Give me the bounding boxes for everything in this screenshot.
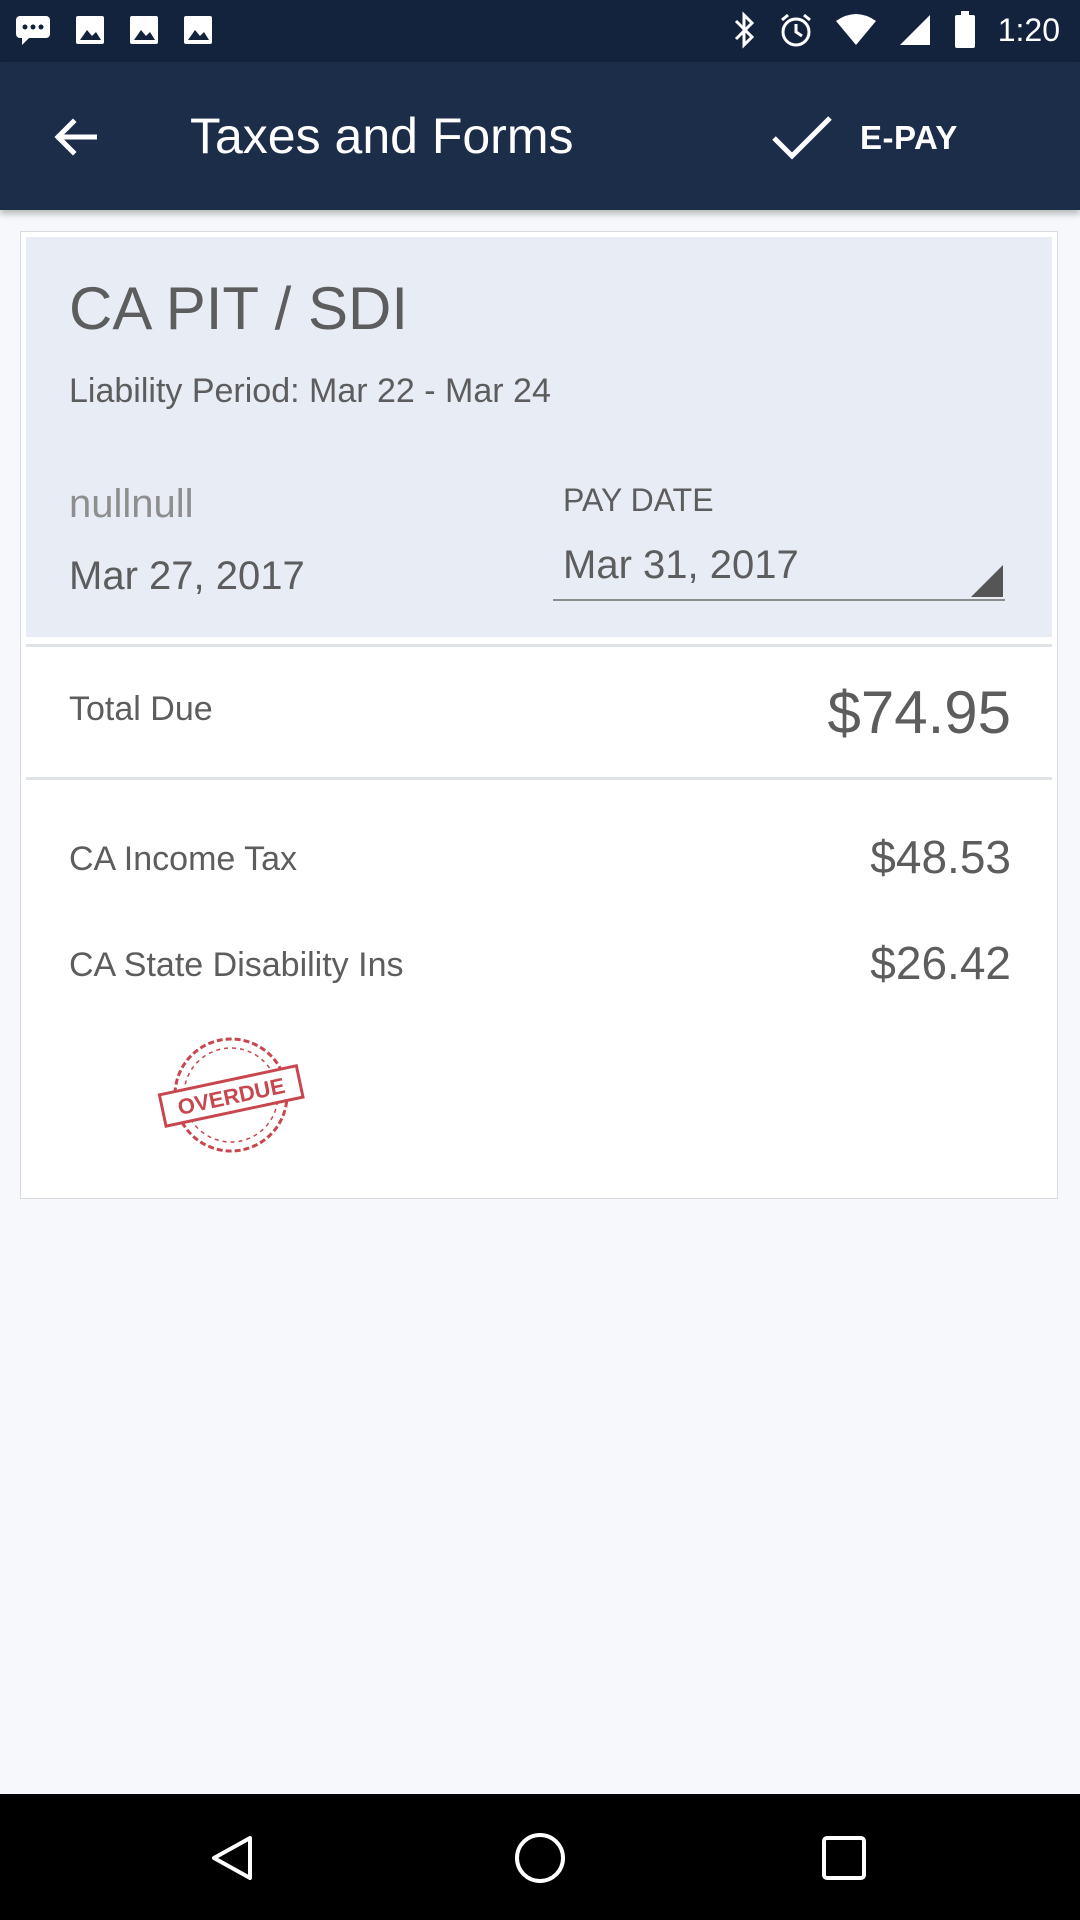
tax-form-header: CA PIT / SDI Liability Period: Mar 22 - …	[26, 237, 1052, 637]
battery-icon	[954, 11, 975, 48]
image-icon	[76, 16, 104, 44]
page-title: Taxes and Forms	[190, 108, 574, 164]
divider	[26, 777, 1052, 780]
message-icon	[16, 16, 50, 45]
recents-square-icon[interactable]	[820, 1834, 868, 1882]
total-due-label: Total Due	[69, 690, 213, 728]
alarm-icon	[780, 13, 811, 47]
income-tax-label: CA Income Tax	[69, 840, 298, 878]
pay-date-value: Mar 31, 2017	[563, 543, 799, 587]
total-due-amount: $74.95	[827, 679, 1011, 746]
liability-period: Liability Period: Mar 22 - Mar 24	[69, 372, 551, 410]
bluetooth-icon	[734, 11, 754, 49]
pay-date-dropdown[interactable]: Mar 31, 2017	[553, 537, 1005, 601]
arrow-left-icon	[54, 118, 97, 156]
overdue-stamp: OVERDUE	[157, 1037, 305, 1153]
disability-ins-amount: $26.42	[870, 937, 1011, 989]
system-icons: 1:20	[732, 10, 1060, 50]
app-bar: Taxes and Forms E-PAY	[0, 62, 1080, 210]
income-tax-amount: $48.53	[870, 831, 1011, 883]
clock: 1:20	[997, 12, 1060, 48]
home-circle-icon[interactable]	[512, 1830, 568, 1886]
status-bar: 1:20	[0, 0, 1080, 62]
tax-form-card: CA PIT / SDI Liability Period: Mar 22 - …	[20, 231, 1058, 1199]
divider	[26, 644, 1052, 647]
epay-button[interactable]: E-PAY	[770, 100, 958, 176]
dropdown-corner-icon	[971, 565, 1003, 597]
navigation-bar	[0, 1794, 1080, 1920]
back-triangle-icon[interactable]	[206, 1832, 258, 1884]
wifi-icon	[835, 14, 876, 45]
epay-label: E-PAY	[860, 119, 958, 156]
back-button[interactable]	[40, 102, 110, 172]
signal-icon	[899, 15, 930, 45]
image-icon	[130, 16, 158, 44]
check-icon	[772, 116, 832, 160]
tax-form-name: CA PIT / SDI	[69, 275, 408, 342]
image-icon	[184, 16, 212, 44]
notification-icons	[14, 14, 214, 46]
disability-ins-label: CA State Disability Ins	[69, 946, 404, 984]
pay-date-label: PAY DATE	[563, 482, 714, 518]
null-text: nullnull	[69, 482, 194, 526]
created-date: Mar 27, 2017	[69, 554, 305, 598]
